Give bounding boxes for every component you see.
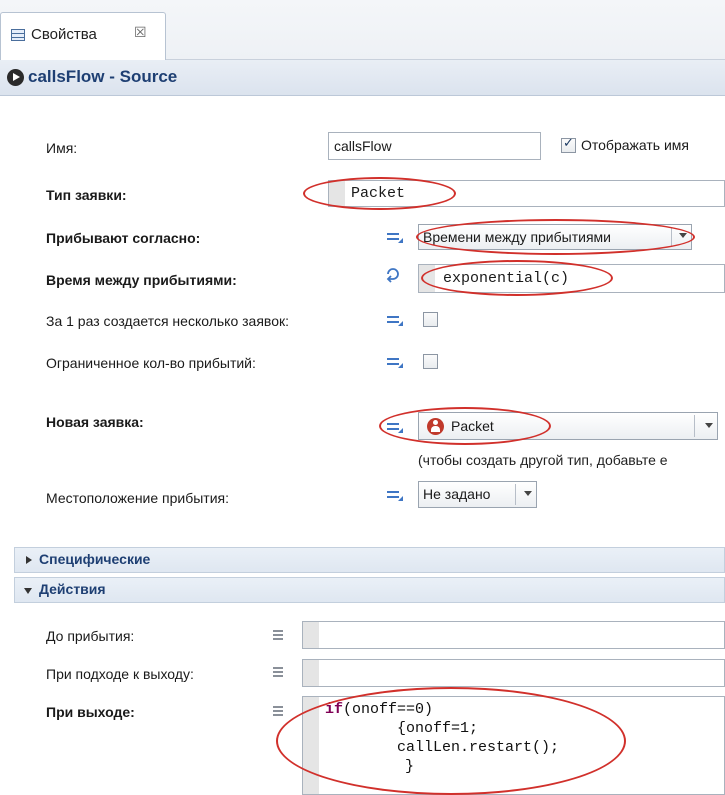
- section-actions-label: Действия: [39, 581, 106, 597]
- code-icon: [273, 630, 285, 642]
- chevron-down-icon: [679, 233, 687, 238]
- section-actions[interactable]: Действия: [14, 577, 725, 603]
- code-condition: (onoff==0): [343, 701, 434, 718]
- at-exit-label: При подходе к выходу:: [46, 666, 194, 682]
- page-title: callsFlow - Source: [28, 67, 178, 86]
- tab-label: Свойства: [31, 26, 97, 43]
- code-gutter: [303, 697, 319, 794]
- arrivals-by-select[interactable]: Времени между прибытиями: [418, 224, 692, 250]
- at-exit-code[interactable]: [302, 659, 725, 687]
- limited-checkbox[interactable]: [423, 354, 438, 369]
- code-gutter: [303, 660, 319, 686]
- field-gutter: [329, 181, 345, 206]
- field-gutter: [419, 265, 435, 292]
- code-line-1: if(onoff==0): [325, 701, 433, 718]
- on-exit-label: При выходе:: [46, 704, 135, 720]
- code-line-2: {onoff=1;: [397, 720, 479, 737]
- new-agent-select[interactable]: Packet: [418, 412, 718, 440]
- name-value: callsFlow: [334, 138, 392, 154]
- static-value-icon[interactable]: [387, 229, 405, 245]
- play-circle-icon: [7, 69, 24, 86]
- code-icon: [273, 706, 285, 718]
- multiple-label: За 1 раз создается несколько заявок:: [46, 313, 289, 329]
- code-icon: [273, 667, 285, 679]
- code-gutter: [303, 622, 319, 648]
- name-field[interactable]: callsFlow: [328, 132, 541, 160]
- location-select[interactable]: Не задано: [418, 481, 537, 508]
- show-name-label: Отображать имя: [581, 137, 689, 153]
- dynamic-value-icon[interactable]: [384, 265, 402, 283]
- code-line-3: callLen.restart();: [397, 739, 560, 756]
- show-name-checkbox[interactable]: [561, 136, 576, 153]
- static-value-icon[interactable]: [387, 312, 405, 328]
- agent-icon: [427, 418, 444, 435]
- interarrival-label: Время между прибытиями:: [46, 272, 237, 288]
- arrivals-by-value: Времени между прибытиями: [423, 229, 611, 245]
- agent-type-value: Packet: [351, 185, 406, 202]
- chevron-right-icon: [26, 556, 32, 564]
- chevron-down-icon: [524, 491, 532, 496]
- static-value-icon[interactable]: [387, 419, 405, 435]
- properties-icon: [11, 29, 25, 41]
- interarrival-field[interactable]: exponential(c): [418, 264, 725, 293]
- on-exit-code[interactable]: if(onoff==0) {onoff=1; callLen.restart()…: [302, 696, 725, 795]
- section-specific-label: Специфические: [39, 551, 151, 567]
- static-value-icon[interactable]: [387, 487, 405, 503]
- location-value: Не задано: [423, 486, 491, 502]
- before-arrival-code[interactable]: [302, 621, 725, 649]
- new-agent-hint: (чтобы создать другой тип, добавьте е: [418, 452, 668, 468]
- tab-properties[interactable]: Свойства ☒: [0, 12, 166, 60]
- location-label: Местоположение прибытия:: [46, 490, 230, 506]
- code-line-4: }: [405, 758, 415, 775]
- chevron-down-icon: [705, 423, 713, 428]
- agent-type-field[interactable]: Packet: [328, 180, 725, 207]
- arrivals-by-label: Прибывают согласно:: [46, 230, 201, 246]
- new-agent-label: Новая заявка:: [46, 414, 144, 430]
- section-specific[interactable]: Специфические: [14, 547, 725, 573]
- new-agent-value: Packet: [451, 418, 494, 434]
- limited-label: Ограниченное кол-во прибытий:: [46, 355, 256, 371]
- close-icon[interactable]: ☒: [134, 24, 147, 41]
- properties-header: callsFlow - Source: [0, 60, 725, 96]
- name-label: Имя:: [46, 140, 78, 156]
- multiple-checkbox[interactable]: [423, 312, 438, 327]
- chevron-down-icon: [24, 588, 32, 594]
- agent-type-label: Тип заявки:: [46, 187, 127, 203]
- static-value-icon[interactable]: [387, 354, 405, 370]
- before-arrival-label: До прибытия:: [46, 628, 135, 644]
- interarrival-value: exponential(c): [443, 270, 570, 287]
- code-keyword: if: [325, 701, 344, 718]
